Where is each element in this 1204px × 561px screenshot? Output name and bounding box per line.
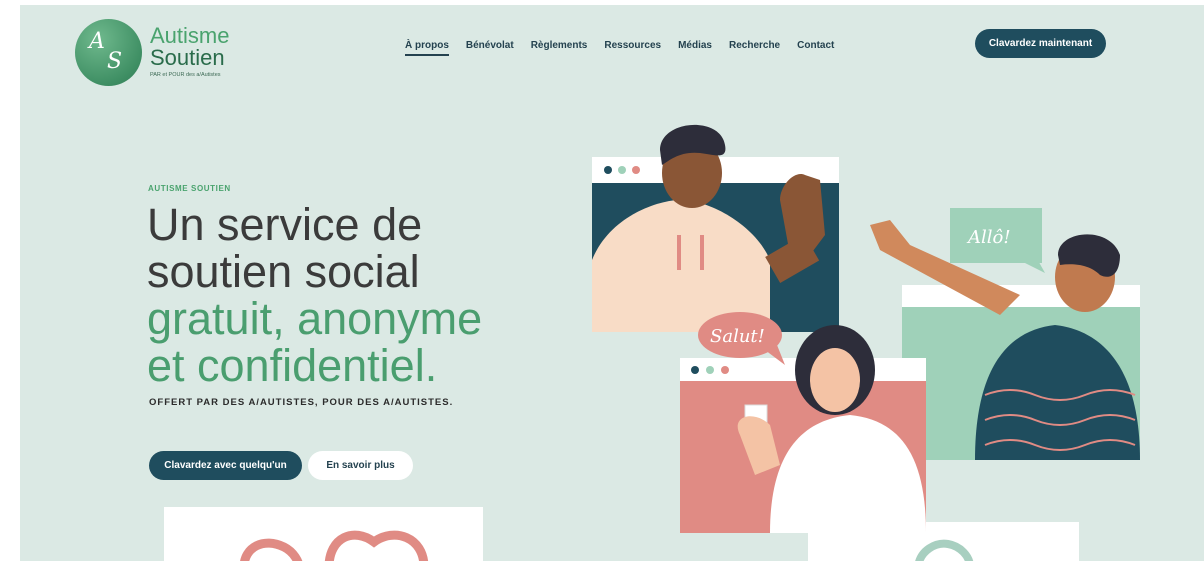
video-window-bottom xyxy=(680,325,926,533)
bubble-salut-text: Salut! xyxy=(710,326,765,347)
feature-card-left xyxy=(164,507,483,561)
logo-word-autisme: Autisme xyxy=(150,23,230,48)
speech-bubble-allo: Allô! xyxy=(950,208,1045,273)
logo-letter-s: S xyxy=(107,49,123,74)
headline-line-4: et confidentiel. xyxy=(147,340,438,391)
nav-item-ressources[interactable]: Ressources xyxy=(604,40,661,56)
hero-eyebrow: AUTISME SOUTIEN xyxy=(148,184,231,193)
logo[interactable]: A S Autisme Soutien PAR et POUR des a/Au… xyxy=(75,19,229,86)
main-nav: À propos Bénévolat Règlements Ressources… xyxy=(405,40,834,56)
logo-monogram: A S xyxy=(75,19,142,86)
learn-more-button[interactable]: En savoir plus xyxy=(308,451,413,480)
nav-item-contact[interactable]: Contact xyxy=(797,40,834,56)
headline-line-3: gratuit, anonyme xyxy=(147,293,483,344)
page: A S Autisme Soutien PAR et POUR des a/Au… xyxy=(20,5,1204,561)
logo-letter-a: A xyxy=(89,29,105,54)
nav-item-recherche[interactable]: Recherche xyxy=(729,40,780,56)
nav-item-a-propos[interactable]: À propos xyxy=(405,40,449,56)
hero-headline: Un service de soutien social gratuit, an… xyxy=(147,201,567,389)
headline-line-1: Un service de xyxy=(147,199,423,250)
chat-now-button[interactable]: Clavardez maintenant xyxy=(975,29,1106,58)
hero-subtitle: OFFERT PAR DES A/AUTISTES, POUR DES A/AU… xyxy=(149,397,454,408)
headline-line-2: soutien social xyxy=(147,246,420,297)
bubble-allo-text: Allô! xyxy=(966,227,1011,248)
hero-illustration: Allô! Salut! xyxy=(592,124,1140,533)
video-window-top-left xyxy=(592,124,839,332)
nav-item-benevolat[interactable]: Bénévolat xyxy=(466,40,514,56)
logo-tagline: PAR et POUR des a/Autistes xyxy=(150,72,221,78)
nav-item-medias[interactable]: Médias xyxy=(678,40,712,56)
chat-with-someone-button[interactable]: Clavardez avec quelqu'un xyxy=(149,451,302,480)
nav-item-reglements[interactable]: Règlements xyxy=(531,40,588,56)
heart-icon xyxy=(240,530,428,561)
logo-word-soutien: Soutien xyxy=(150,45,225,70)
